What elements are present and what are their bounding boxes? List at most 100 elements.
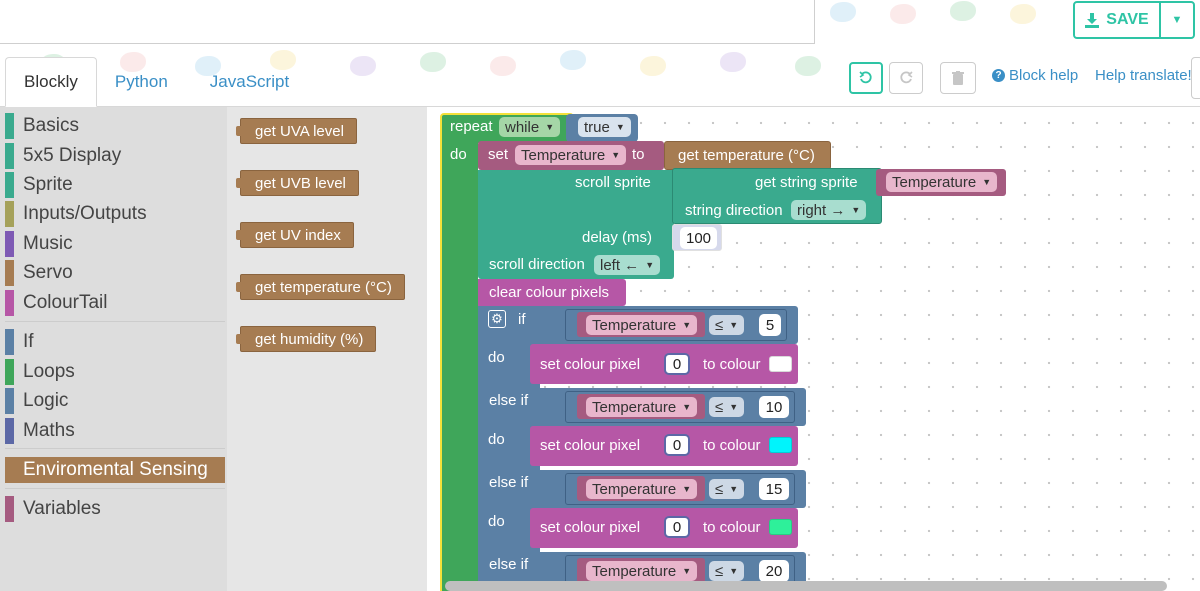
pixel-index[interactable]: 0 <box>664 353 690 375</box>
category-enviromental-sensing[interactable]: Enviromental Sensing <box>5 457 225 483</box>
category-label: Loops <box>23 361 75 382</box>
dropdown-arrow-icon: ▼ <box>611 150 621 160</box>
category-inputs-outputs[interactable]: Inputs/Outputs <box>5 201 147 227</box>
clear-colour-pixels-block[interactable]: clear colour pixels <box>478 279 626 306</box>
save-dropdown-caret-icon[interactable]: ▼ <box>1161 3 1193 37</box>
category-loops[interactable]: Loops <box>5 359 75 385</box>
category-color-bar <box>5 290 14 316</box>
scroll-direction-dropdown[interactable]: left ← ▼ <box>594 255 661 275</box>
loop-mode-dropdown[interactable]: while ▼ <box>499 117 561 137</box>
redo-icon <box>900 71 913 84</box>
compare-operator-dropdown[interactable]: ≤ ▼ <box>709 315 745 335</box>
compare-operator-dropdown[interactable]: ≤ ▼ <box>709 561 745 581</box>
category-basics[interactable]: Basics <box>5 113 79 139</box>
dropdown-arrow-icon: ▼ <box>982 177 992 187</box>
pixel-index[interactable]: 0 <box>664 516 690 538</box>
delay-value[interactable]: 100 <box>680 227 717 249</box>
else-if-label: else if <box>489 474 529 491</box>
set-colour-pixel-label: set colour pixel <box>540 356 641 373</box>
compare-variable-dropdown[interactable]: Temperature ▼ <box>586 479 698 499</box>
colour-swatch[interactable] <box>769 519 792 535</box>
boolean-dropdown[interactable]: true ▼ <box>578 117 631 137</box>
set-variable-dropdown[interactable]: Temperature ▼ <box>515 145 627 165</box>
category-sprite[interactable]: Sprite <box>5 172 73 198</box>
category-label: Inputs/Outputs <box>23 203 147 224</box>
tab-javascript[interactable]: JavaScript <box>187 57 307 107</box>
set-colour-pixel-label: set colour pixel <box>540 437 641 454</box>
category-color-bar <box>5 359 14 385</box>
operator-value: ≤ <box>715 398 724 416</box>
dropdown-arrow-icon: ▼ <box>682 402 692 412</box>
string-direction-dropdown[interactable]: right → ▼ <box>791 200 867 220</box>
string-variable-dropdown[interactable]: Temperature ▼ <box>886 172 998 192</box>
scroll-sprite-label: scroll sprite <box>575 174 651 191</box>
to-colour-label: to colour <box>703 356 761 373</box>
workspace-horizontal-scrollbar[interactable] <box>445 581 1167 591</box>
tab-blockly[interactable]: Blockly <box>5 57 97 107</box>
category-5x5-display[interactable]: 5x5 Display <box>5 143 121 169</box>
dropdown-arrow-icon: ▼ <box>729 320 739 330</box>
dropdown-arrow-icon: ▼ <box>729 402 739 412</box>
category-label: If <box>23 331 34 352</box>
category-separator <box>5 488 225 489</box>
to-label: to <box>632 146 645 163</box>
dropdown-arrow-icon: ▼ <box>682 566 692 576</box>
category-color-bar <box>5 260 14 286</box>
category-label: ColourTail <box>23 292 108 313</box>
compare-variable-dropdown[interactable]: Temperature ▼ <box>586 397 698 417</box>
threshold-value[interactable]: 15 <box>759 478 789 500</box>
pixel-index[interactable]: 0 <box>664 434 690 456</box>
else-if-label: else if <box>489 392 529 409</box>
direction-value: left ← <box>600 256 640 274</box>
category-colourtail[interactable]: ColourTail <box>5 290 107 316</box>
tab-python[interactable]: Python <box>97 57 187 107</box>
gear-icon[interactable]: ⚙ <box>488 310 506 328</box>
threshold-value[interactable]: 10 <box>759 396 789 418</box>
trash-icon <box>952 71 964 85</box>
compare-variable-dropdown[interactable]: Temperature ▼ <box>586 315 698 335</box>
help-translate-link[interactable]: Help translate! <box>1095 67 1192 84</box>
compare-operator-dropdown[interactable]: ≤ ▼ <box>709 479 745 499</box>
block-help-label: Block help <box>1009 67 1079 84</box>
dropdown-arrow-icon: ▼ <box>851 205 861 215</box>
get-humidity-block[interactable]: get humidity (%) <box>235 326 377 352</box>
colour-swatch[interactable] <box>769 437 792 453</box>
category-logic[interactable]: Logic <box>5 388 68 414</box>
overflow-button[interactable] <box>1191 57 1200 99</box>
get-temperature-value-block[interactable]: get temperature (°C) <box>664 141 831 170</box>
get-temperature-block[interactable]: get temperature (°C) <box>236 274 405 300</box>
threshold-value[interactable]: 20 <box>759 560 789 582</box>
delete-button[interactable] <box>940 62 976 94</box>
category-music[interactable]: Music <box>5 231 73 257</box>
undo-button[interactable] <box>849 62 883 94</box>
get-uva-level-block[interactable]: get UVA level <box>236 118 357 144</box>
redo-button[interactable] <box>889 62 923 94</box>
category-label: Music <box>23 233 73 254</box>
compare-variable-dropdown[interactable]: Temperature ▼ <box>586 561 698 581</box>
save-main[interactable]: SAVE <box>1075 3 1161 37</box>
category-color-bar <box>5 329 14 355</box>
category-if[interactable]: If <box>5 329 34 355</box>
category-maths[interactable]: Maths <box>5 418 75 444</box>
compare-operator-dropdown[interactable]: ≤ ▼ <box>709 397 745 417</box>
block-help-link[interactable]: ? Block help <box>992 67 1078 84</box>
else-if-label: else if <box>489 556 529 573</box>
category-label: Enviromental Sensing <box>23 459 208 480</box>
get-uvb-level-block[interactable]: get UVB level <box>236 170 359 196</box>
to-colour-label: to colour <box>703 519 761 536</box>
decorative-pattern-top <box>820 0 1070 28</box>
variable-name: Temperature <box>592 480 677 498</box>
category-color-bar <box>5 388 14 414</box>
variable-name: Temperature <box>592 562 677 580</box>
variable-name: Temperature <box>592 316 677 334</box>
get-uv-index-block[interactable]: get UV index <box>236 222 354 248</box>
threshold-value[interactable]: 5 <box>759 314 781 336</box>
project-name-area[interactable] <box>0 0 815 44</box>
category-label: Logic <box>23 390 69 411</box>
dropdown-arrow-icon: ▼ <box>729 484 739 494</box>
colour-swatch[interactable] <box>769 356 792 372</box>
category-variables[interactable]: Variables <box>5 496 101 522</box>
category-servo[interactable]: Servo <box>5 260 73 286</box>
dropdown-arrow-icon: ▼ <box>682 320 692 330</box>
save-button[interactable]: SAVE ▼ <box>1073 1 1195 39</box>
